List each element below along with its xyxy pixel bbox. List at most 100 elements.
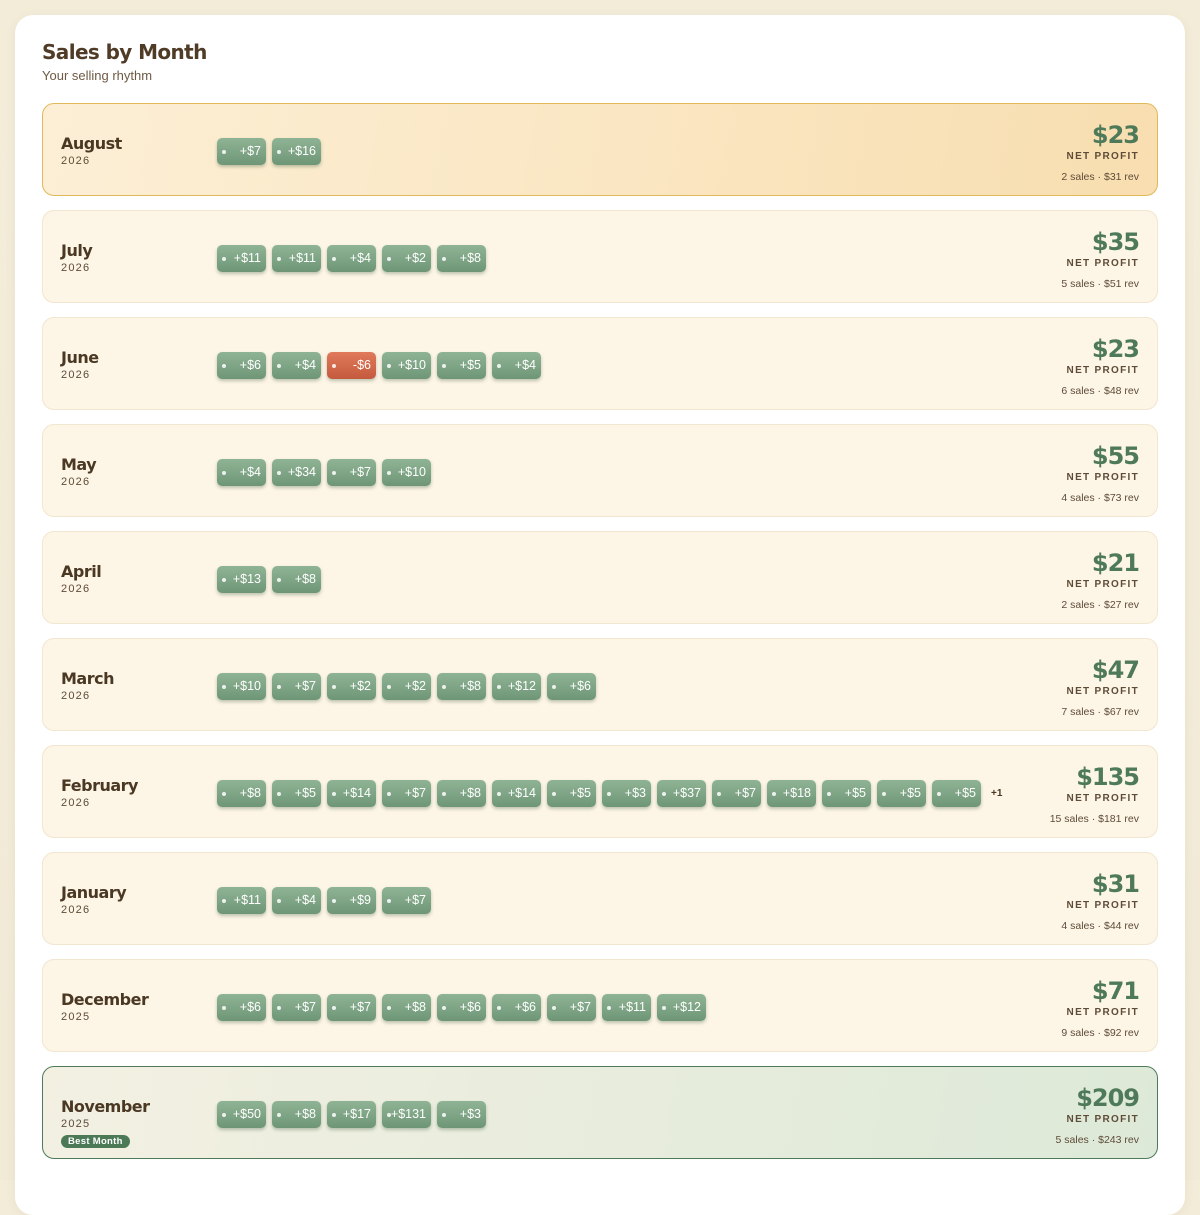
page-subtitle: Your selling rhythm xyxy=(42,68,153,83)
sale-chip[interactable]: +$6 xyxy=(437,994,486,1021)
sale-chip[interactable]: +$6 xyxy=(217,994,266,1021)
sale-chip[interactable]: +$34 xyxy=(272,459,321,486)
month-summary: $71 NET PROFIT 9 sales · $92 rev xyxy=(1061,977,1140,1039)
sale-chip[interactable]: +$3 xyxy=(437,1101,486,1128)
sale-chip[interactable]: +$5 xyxy=(932,780,981,807)
sale-chip[interactable]: +$7 xyxy=(327,994,376,1021)
sale-chip[interactable]: +$7 xyxy=(272,673,321,700)
sales-revenue-detail: 9 sales · $92 rev xyxy=(1061,1027,1139,1039)
net-profit-label: NET PROFIT xyxy=(1066,686,1139,697)
sale-chip[interactable]: +$7 xyxy=(382,780,431,807)
sale-chip[interactable]: +$16 xyxy=(272,138,321,165)
sale-chip[interactable]: +$7 xyxy=(382,887,431,914)
sale-chip[interactable]: +$11 xyxy=(217,245,266,272)
month-row-december-2025[interactable]: December 2025 +$6 +$7 +$7 +$8 +$6 +$6 +$7 +$11 +$1… xyxy=(42,959,1158,1052)
net-profit-value: $21 xyxy=(1091,549,1140,577)
net-profit-value: $71 xyxy=(1091,977,1140,1005)
sale-chips: +$11 +$11 +$4 +$2 +$8 xyxy=(217,245,492,272)
sale-chip[interactable]: +$5 xyxy=(822,780,871,807)
sale-chips: +$11 +$4 +$9 +$7 xyxy=(217,887,437,914)
sale-chip[interactable]: +$5 xyxy=(437,352,486,379)
sale-chip[interactable]: +$10 xyxy=(382,459,431,486)
page-title: Sales by Month xyxy=(42,40,207,64)
sales-revenue-detail: 4 sales · $44 rev xyxy=(1061,920,1139,932)
net-profit-value: $55 xyxy=(1091,442,1140,470)
net-profit-label: NET PROFIT xyxy=(1066,365,1139,376)
sale-chip[interactable]: +$2 xyxy=(382,673,431,700)
net-profit-value: $47 xyxy=(1091,656,1140,684)
net-profit-label: NET PROFIT xyxy=(1066,472,1139,483)
sale-chip[interactable]: +$12 xyxy=(657,994,706,1021)
month-name: May xyxy=(61,455,97,474)
month-row-february-2026[interactable]: February 2026 +$8 +$5 +$14 +$7 +$8 +$14 +$5 +$3 +$… xyxy=(42,745,1158,838)
sale-chip[interactable]: +$7 xyxy=(547,994,596,1021)
month-summary: $23 NET PROFIT 6 sales · $48 rev xyxy=(1061,335,1140,397)
sale-chip[interactable]: +$11 xyxy=(602,994,651,1021)
month-summary: $55 NET PROFIT 4 sales · $73 rev xyxy=(1061,442,1140,504)
sale-chip[interactable]: +$13 xyxy=(217,566,266,593)
sale-chip[interactable]: +$11 xyxy=(272,245,321,272)
month-year: 2026 xyxy=(61,797,91,809)
month-row-november-2025[interactable]: November 2025 Best Month +$50 +$8 +$17 +$131 +$… xyxy=(42,1066,1158,1159)
month-summary: $21 NET PROFIT 2 sales · $27 rev xyxy=(1061,549,1140,611)
sale-chip[interactable]: +$2 xyxy=(382,245,431,272)
more-sales-count[interactable]: +1 xyxy=(991,788,1002,799)
month-summary: $23 NET PROFIT 2 sales · $31 rev xyxy=(1061,121,1140,183)
sale-chip[interactable]: +$7 xyxy=(217,138,266,165)
sale-chip[interactable]: +$7 xyxy=(327,459,376,486)
sale-chip[interactable]: +$8 xyxy=(382,994,431,1021)
month-year: 2026 xyxy=(61,904,91,916)
month-name: June xyxy=(61,348,99,367)
sale-chip[interactable]: +$50 xyxy=(217,1101,266,1128)
month-name: March xyxy=(61,669,114,688)
sale-chip[interactable]: +$4 xyxy=(272,887,321,914)
sale-chip[interactable]: +$4 xyxy=(492,352,541,379)
net-profit-value: $23 xyxy=(1091,121,1140,149)
sale-chip[interactable]: +$7 xyxy=(272,994,321,1021)
month-row-january-2026[interactable]: January 2026 +$11 +$4 +$9 +$7 $31 NET PROFIT 4 s… xyxy=(42,852,1158,945)
sale-chip[interactable]: +$14 xyxy=(327,780,376,807)
sale-chip[interactable]: +$12 xyxy=(492,673,541,700)
sale-chip[interactable]: +$18 xyxy=(767,780,816,807)
sale-chip[interactable]: +$4 xyxy=(327,245,376,272)
sale-chip[interactable]: +$9 xyxy=(327,887,376,914)
sale-chip[interactable]: +$5 xyxy=(877,780,926,807)
sale-chip[interactable]: +$17 xyxy=(327,1101,376,1128)
sale-chip[interactable]: +$4 xyxy=(217,459,266,486)
sale-chip[interactable]: +$8 xyxy=(217,780,266,807)
month-row-april-2026[interactable]: April 2026 +$13 +$8 $21 NET PROFIT 2 sales · $… xyxy=(42,531,1158,624)
net-profit-label: NET PROFIT xyxy=(1066,151,1139,162)
month-row-august-2026[interactable]: August 2026 +$7 +$16 $23 NET PROFIT 2 sales · … xyxy=(42,103,1158,196)
sale-chip[interactable]: +$7 xyxy=(712,780,761,807)
sale-chip[interactable]: +$14 xyxy=(492,780,541,807)
sales-card: Sales by Month Your selling rhythm Augus… xyxy=(15,15,1185,1215)
sales-revenue-detail: 2 sales · $31 rev xyxy=(1061,171,1139,183)
month-summary: $209 NET PROFIT 5 sales · $243 rev xyxy=(1056,1084,1140,1146)
sale-chip[interactable]: +$8 xyxy=(272,1101,321,1128)
sale-chip[interactable]: +$8 xyxy=(437,673,486,700)
sale-chip[interactable]: +$5 xyxy=(272,780,321,807)
sale-chip[interactable]: +$8 xyxy=(437,245,486,272)
sale-chip[interactable]: +$10 xyxy=(382,352,431,379)
sale-chip[interactable]: +$37 xyxy=(657,780,706,807)
month-row-march-2026[interactable]: March 2026 +$10 +$7 +$2 +$2 +$8 +$12 +$6 $47 NET P… xyxy=(42,638,1158,731)
month-row-may-2026[interactable]: May 2026 +$4 +$34 +$7 +$10 $55 NET PROFIT 4 sale… xyxy=(42,424,1158,517)
month-row-july-2026[interactable]: July 2026 +$11 +$11 +$4 +$2 +$8 $35 NET PROFIT 5 … xyxy=(42,210,1158,303)
sale-chip[interactable]: +$8 xyxy=(437,780,486,807)
sale-chip[interactable]: +$5 xyxy=(547,780,596,807)
sale-chip[interactable]: +$8 xyxy=(272,566,321,593)
month-year: 2026 xyxy=(61,262,91,274)
sale-chip[interactable]: +$6 xyxy=(217,352,266,379)
sale-chip[interactable]: +$131 xyxy=(382,1101,431,1128)
month-year: 2026 xyxy=(61,583,91,595)
month-row-june-2026[interactable]: June 2026 +$6 +$4 -$6 +$10 +$5 +$4 $23 NET PROFIT… xyxy=(42,317,1158,410)
sale-chip[interactable]: +$10 xyxy=(217,673,266,700)
sale-chip[interactable]: -$6 xyxy=(327,352,376,379)
sale-chip[interactable]: +$4 xyxy=(272,352,321,379)
month-year: 2026 xyxy=(61,369,91,381)
sale-chip[interactable]: +$3 xyxy=(602,780,651,807)
sale-chip[interactable]: +$6 xyxy=(547,673,596,700)
sale-chip[interactable]: +$11 xyxy=(217,887,266,914)
sale-chip[interactable]: +$2 xyxy=(327,673,376,700)
sale-chip[interactable]: +$6 xyxy=(492,994,541,1021)
